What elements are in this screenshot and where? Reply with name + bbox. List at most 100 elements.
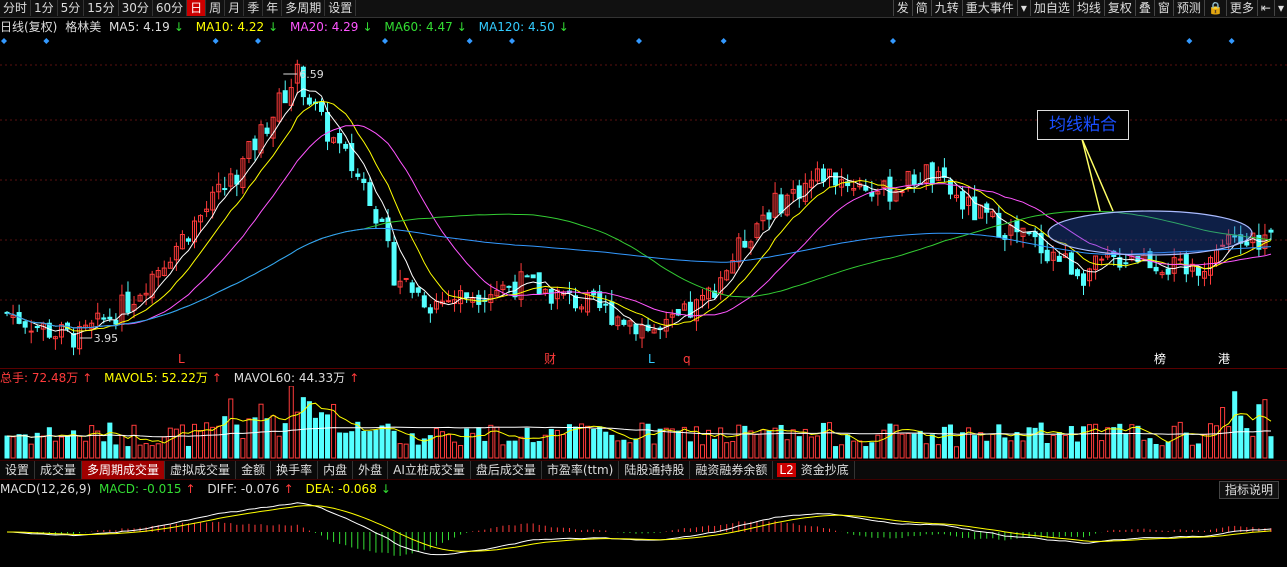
volume-bar [4,435,10,459]
toolbar-tool-2[interactable]: 九转 [930,0,962,16]
toolbar-tool-4[interactable]: ▾ [1016,0,1030,16]
volume-bar [1147,438,1153,459]
volume-bar [657,428,663,459]
candle [58,321,64,345]
volume-bar [294,411,300,459]
candle [911,169,917,193]
volume-bar [826,422,833,459]
volume-bar [1153,443,1159,459]
toolbar-tool-3[interactable]: 重大事件 [961,0,1017,16]
volume-bar [58,436,64,459]
volume-bar [911,433,917,459]
toolbar-tool-8[interactable]: 叠 [1134,0,1154,16]
volume-bar [833,446,839,459]
candle [71,328,77,356]
candle [839,168,845,197]
volume-bar [972,435,978,459]
tab-6[interactable]: 内盘 [318,461,354,479]
toolbar-tool-7[interactable]: 复权 [1103,0,1135,16]
volume-bar [887,423,893,459]
tab-3[interactable]: 虚拟成交量 [165,461,237,479]
toolbar-tool-9[interactable]: 窗 [1153,0,1173,16]
volume-bar [379,425,385,459]
tab-9[interactable]: 盘后成交量 [471,461,542,479]
volume-bar [591,428,597,459]
period-2[interactable]: 5分 [58,0,85,16]
toolbar-tool-14[interactable]: ▾ [1273,0,1287,16]
volume-bar [542,434,548,459]
volume-bar [1050,434,1056,459]
candle [627,319,633,335]
candle [1159,270,1165,279]
volume-bar [318,412,325,459]
tab-10[interactable]: 市盈率(ttm) [542,461,620,479]
candle [216,172,222,200]
volume-bar [621,439,627,459]
period-1[interactable]: 1分 [31,0,58,16]
candle [306,94,312,107]
tab-0[interactable]: 设置 [0,461,36,479]
tab-fund-bottom[interactable]: 资金抄底 [796,461,855,479]
period-9[interactable]: 季 [244,0,264,16]
volume-bar [107,422,113,459]
candle [433,293,439,314]
period-6[interactable]: 日 [187,0,207,16]
tab-8[interactable]: AI立桩成交量 [388,461,471,479]
candle [282,80,288,104]
toolbar-tool-11[interactable]: 🔒 [1203,0,1226,16]
tab-11[interactable]: 陆股通持股 [619,461,691,479]
tab-2[interactable]: 多周期成交量 [82,461,166,479]
volume-bar [16,434,22,459]
annotation-box: 均线粘合 [1037,110,1129,140]
period-3[interactable]: 15分 [84,0,119,16]
toolbar-tool-10[interactable]: 预测 [1172,0,1204,16]
volume-bar [960,432,966,459]
volume-bar [131,424,137,459]
tab-4[interactable]: 金额 [236,461,272,479]
candle [615,315,621,330]
candle [1068,251,1074,275]
tab-7[interactable]: 外盘 [353,461,389,479]
volume-bar [288,386,294,459]
candle [718,271,724,300]
volume-bar [1087,424,1093,459]
period-0[interactable]: 分时 [0,0,32,16]
period-11[interactable]: 多周期 [282,0,326,16]
volume-bar [452,441,458,459]
volume-bar [1062,434,1068,459]
macd-chart[interactable] [0,497,1287,567]
candle [415,286,421,297]
price-chart[interactable]: 6.59 3.95 L 财 Lq 榜 港 [0,35,1287,367]
tab-1[interactable]: 成交量 [35,461,83,479]
candle [1074,267,1080,280]
ma5-value: MA5: 4.19 ↓ [109,20,184,34]
toolbar-tool-12[interactable]: 更多 [1225,0,1257,16]
toolbar-tool-13[interactable]: ⇤ [1256,0,1274,16]
volume-bar [397,443,403,459]
volume-bar [101,441,107,459]
toolbar-tool-1[interactable]: 简 [911,0,931,16]
period-7[interactable]: 周 [206,0,226,16]
volume-bar [899,433,905,459]
period-5[interactable]: 60分 [153,0,188,16]
period-8[interactable]: 月 [225,0,245,16]
toolbar-tool-5[interactable]: 加自选 [1029,0,1073,16]
period-4[interactable]: 30分 [119,0,153,16]
volume-bar [1268,436,1274,459]
period-10[interactable]: 年 [263,0,283,16]
volume-bar [687,441,693,459]
volume-bar [306,401,312,459]
volume-bar [270,415,276,459]
volume-chart[interactable] [0,386,1287,460]
candle [790,180,796,203]
tab-5[interactable]: 换手率 [271,461,319,479]
volume-bar [929,434,935,459]
volume-bar [167,427,173,459]
tab-12[interactable]: 融资融券余额 [690,461,774,479]
volume-bar [905,433,911,459]
toolbar-tool-0[interactable]: 发 [892,0,912,16]
period-12[interactable]: 设置 [325,0,357,16]
volume-bar [754,433,760,459]
toolbar-tool-6[interactable]: 均线 [1072,0,1104,16]
candle [240,156,246,194]
